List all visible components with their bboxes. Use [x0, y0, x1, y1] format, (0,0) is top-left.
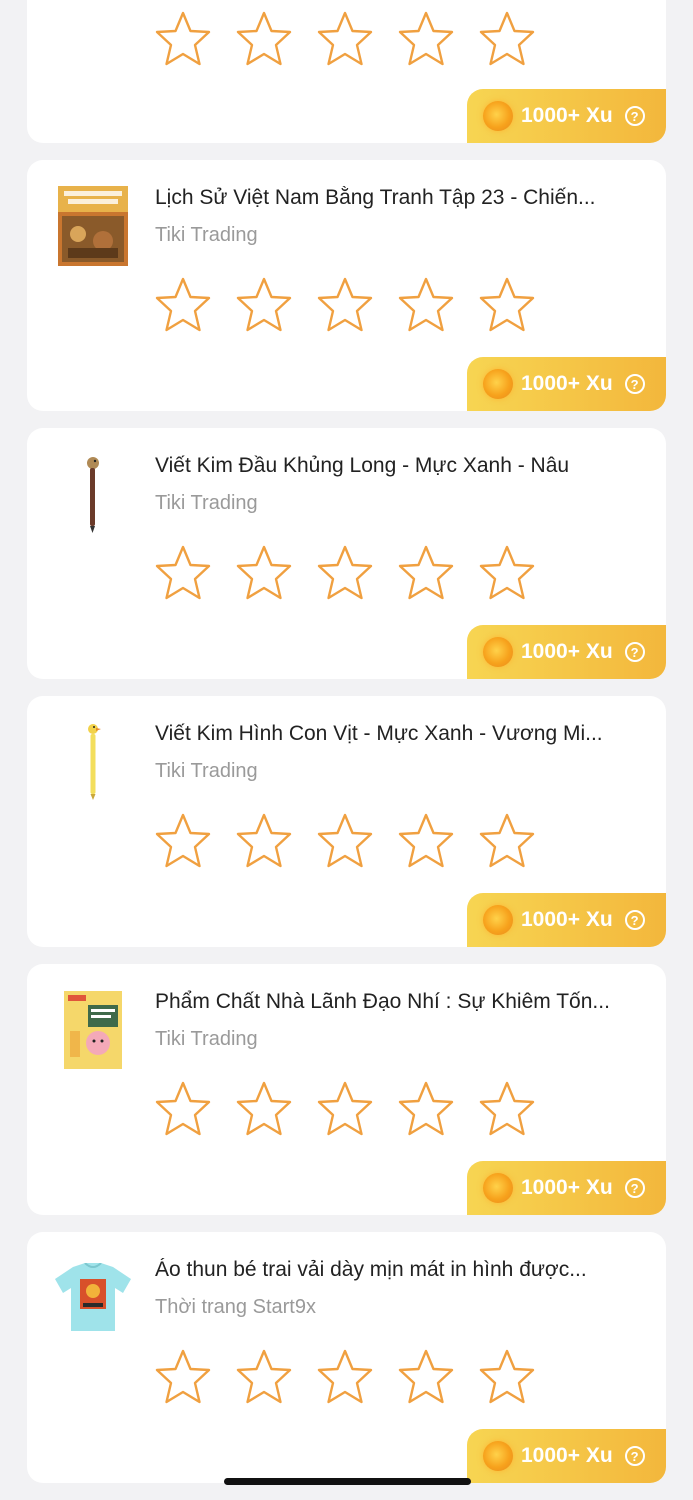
- star-icon[interactable]: [235, 276, 293, 334]
- star-icon[interactable]: [478, 1348, 536, 1406]
- tshirt-icon: [55, 1263, 131, 1331]
- product-title[interactable]: Phẩm Chất Nhà Lãnh Đạo Nhí : Sự Khiêm Tố…: [155, 990, 641, 1014]
- reward-badge[interactable]: 1000+ Xu ?: [467, 893, 666, 947]
- star-icon[interactable]: [316, 812, 374, 870]
- reward-label: 1000+ Xu: [521, 1176, 613, 1199]
- coin-icon: [483, 905, 513, 935]
- star-icon[interactable]: [235, 812, 293, 870]
- reward-badge[interactable]: 1000+ Xu ?: [467, 625, 666, 679]
- product-review-card: Viết Kim Đầu Khủng Long - Mực Xanh - Nâu…: [27, 428, 666, 679]
- product-thumbnail: [53, 454, 133, 534]
- seller-name: Thời trang Start9x: [155, 1296, 316, 1318]
- reward-badge[interactable]: 1000+ Xu ?: [467, 89, 666, 143]
- question-circle-icon[interactable]: ?: [624, 374, 645, 394]
- star-rating[interactable]: [154, 1080, 536, 1138]
- pen-icon: [88, 724, 101, 800]
- product-title[interactable]: Viết Kim Hình Con Vịt - Mực Xanh - Vương…: [155, 722, 641, 746]
- product-thumbnail: [53, 186, 133, 266]
- coin-icon: [483, 1441, 513, 1471]
- reward-label: 1000+ Xu: [521, 640, 613, 663]
- product-review-card: Phẩm Chất Nhà Lãnh Đạo Nhí : Sự Khiêm Tố…: [27, 964, 666, 1215]
- reward-label: 1000+ Xu: [521, 104, 613, 127]
- coin-icon: [483, 369, 513, 399]
- home-indicator[interactable]: [224, 1478, 471, 1485]
- star-icon[interactable]: [316, 544, 374, 602]
- coin-icon: [483, 637, 513, 667]
- star-icon[interactable]: [316, 10, 374, 68]
- product-title[interactable]: Viết Kim Đầu Khủng Long - Mực Xanh - Nâu: [155, 454, 641, 478]
- star-icon[interactable]: [154, 1348, 212, 1406]
- star-icon[interactable]: [235, 1348, 293, 1406]
- star-icon[interactable]: [235, 544, 293, 602]
- reward-badge[interactable]: 1000+ Xu ?: [467, 1161, 666, 1215]
- product-title[interactable]: Áo thun bé trai vải dày mịn mát in hình …: [155, 1258, 641, 1282]
- star-icon[interactable]: [397, 10, 455, 68]
- product-title[interactable]: Lịch Sử Việt Nam Bằng Tranh Tập 23 - Chi…: [155, 186, 641, 210]
- book-cover-icon: [64, 991, 122, 1069]
- product-thumbnail: [53, 990, 133, 1070]
- star-icon[interactable]: [235, 10, 293, 68]
- star-icon[interactable]: [397, 1080, 455, 1138]
- product-review-card: Viết Kim Hình Con Vịt - Mực Xanh - Vương…: [27, 696, 666, 947]
- star-icon[interactable]: [316, 1080, 374, 1138]
- product-review-card: Áo thun bé trai vải dày mịn mát in hình …: [27, 1232, 666, 1483]
- star-rating[interactable]: [154, 812, 536, 870]
- reward-badge[interactable]: 1000+ Xu ?: [467, 357, 666, 411]
- product-thumbnail: [53, 722, 133, 802]
- star-icon[interactable]: [478, 544, 536, 602]
- star-icon[interactable]: [154, 1080, 212, 1138]
- seller-name: Tiki Trading: [155, 224, 258, 246]
- star-icon[interactable]: [397, 276, 455, 334]
- star-rating[interactable]: [154, 1348, 536, 1406]
- book-cover-icon: [58, 186, 128, 266]
- star-icon[interactable]: [154, 812, 212, 870]
- coin-icon: [483, 1173, 513, 1203]
- star-icon[interactable]: [397, 812, 455, 870]
- question-circle-icon[interactable]: ?: [624, 1178, 645, 1198]
- product-review-card: 1000+ Xu ?: [27, 0, 666, 143]
- seller-name: Tiki Trading: [155, 760, 258, 782]
- question-circle-icon[interactable]: ?: [624, 910, 645, 930]
- seller-name: Tiki Trading: [155, 1028, 258, 1050]
- star-icon[interactable]: [397, 1348, 455, 1406]
- reward-label: 1000+ Xu: [521, 908, 613, 931]
- question-circle-icon[interactable]: ?: [624, 106, 645, 126]
- star-icon[interactable]: [478, 1080, 536, 1138]
- star-icon[interactable]: [316, 1348, 374, 1406]
- question-circle-icon[interactable]: ?: [624, 1446, 645, 1466]
- star-icon[interactable]: [478, 812, 536, 870]
- star-icon[interactable]: [397, 544, 455, 602]
- star-icon[interactable]: [316, 276, 374, 334]
- reward-label: 1000+ Xu: [521, 372, 613, 395]
- star-rating[interactable]: [154, 10, 536, 68]
- seller-name: Tiki Trading: [155, 492, 258, 514]
- coin-icon: [483, 101, 513, 131]
- reward-label: 1000+ Xu: [521, 1444, 613, 1467]
- reward-badge[interactable]: 1000+ Xu ?: [467, 1429, 666, 1483]
- star-icon[interactable]: [154, 10, 212, 68]
- product-review-card: Lịch Sử Việt Nam Bằng Tranh Tập 23 - Chi…: [27, 160, 666, 411]
- question-circle-icon[interactable]: ?: [624, 642, 645, 662]
- star-icon[interactable]: [235, 1080, 293, 1138]
- star-rating[interactable]: [154, 544, 536, 602]
- star-icon[interactable]: [154, 276, 212, 334]
- star-icon[interactable]: [478, 276, 536, 334]
- star-rating[interactable]: [154, 276, 536, 334]
- star-icon[interactable]: [478, 10, 536, 68]
- product-thumbnail: [53, 1258, 133, 1338]
- pen-icon: [87, 457, 99, 533]
- star-icon[interactable]: [154, 544, 212, 602]
